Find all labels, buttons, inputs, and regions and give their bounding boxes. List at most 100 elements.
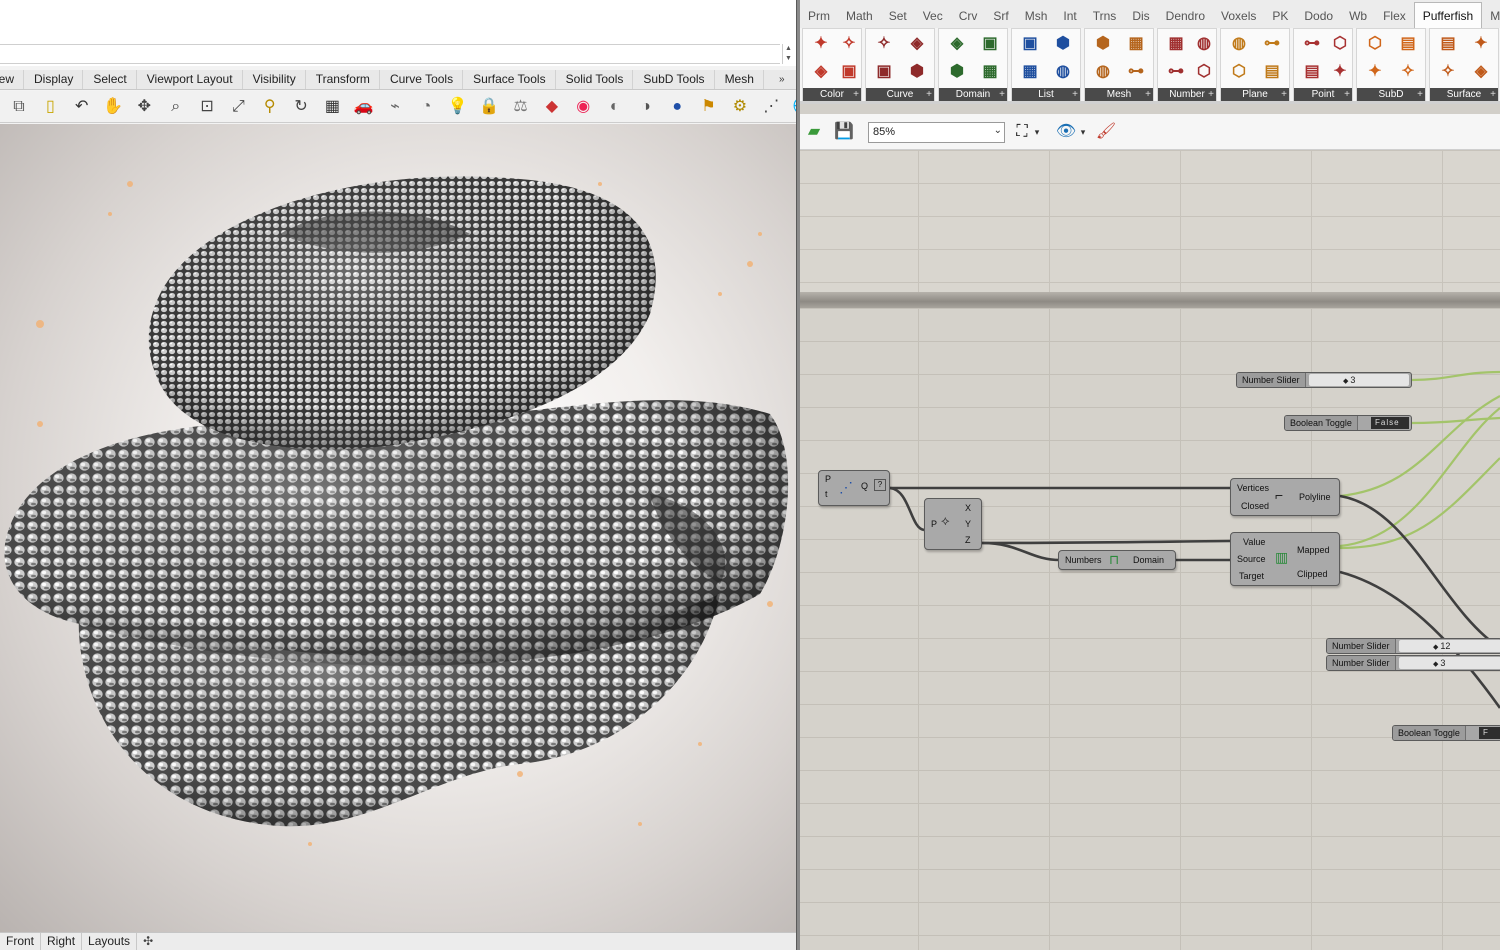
gh-tab-dodo[interactable]: Dodo — [1296, 0, 1341, 28]
light-icon[interactable]: 💡 — [446, 95, 470, 119]
tab-subd-tools[interactable]: SubD Tools — [633, 70, 715, 89]
tab-view[interactable]: iew — [0, 70, 25, 89]
sketch-brush-icon[interactable]: 🖌 — [1094, 121, 1118, 143]
boolean-toggle-node[interactable]: Boolean Toggle False — [1284, 415, 1412, 431]
gh-tab-flex[interactable]: Flex — [1375, 0, 1414, 28]
ribbon-panel-label[interactable]: List — [1012, 88, 1080, 101]
match-icon[interactable]: ⚖ — [509, 95, 533, 119]
gh-tab-math[interactable]: Math — [838, 0, 881, 28]
more-tabs-chevron[interactable]: » — [779, 70, 793, 89]
domain-component-icon[interactable]: ⬢ — [945, 60, 969, 84]
command-scrollbar[interactable]: ▲ ▼ — [782, 44, 794, 64]
mesh-component-icon[interactable]: ⊶ — [1124, 60, 1148, 84]
surface-component-icon[interactable]: ◈ — [1469, 60, 1493, 84]
zoom-extents-icon[interactable]: ⤢ — [226, 95, 250, 119]
tab-select[interactable]: Select — [83, 70, 137, 89]
color-wheel-icon[interactable]: ◉ — [571, 95, 595, 119]
command-prompt[interactable] — [0, 44, 780, 64]
tab-curve-tools[interactable]: Curve Tools — [380, 70, 464, 89]
gh-tab-mplus[interactable]: M+ — [1482, 0, 1500, 28]
color-component-icon[interactable]: ◈ — [809, 60, 833, 84]
car-icon[interactable]: 🚗 — [352, 95, 376, 119]
paste-icon[interactable]: ▯ — [38, 95, 62, 119]
gh-tab-pk[interactable]: PK — [1264, 0, 1296, 28]
slider-track[interactable]: 12 — [1399, 640, 1500, 652]
number-component-icon[interactable]: ⊶ — [1164, 60, 1188, 84]
surface-component-icon[interactable]: ✦ — [1469, 32, 1493, 56]
list-component-icon[interactable]: ◍ — [1051, 60, 1075, 84]
number-slider-node[interactable]: Number Slider 12 — [1326, 638, 1500, 654]
number-slider-node[interactable]: Number Slider 3 — [1326, 655, 1500, 671]
mesh-component-icon[interactable]: ▦ — [1124, 32, 1148, 56]
toggle-value[interactable]: F — [1479, 727, 1500, 739]
pan-hand-icon[interactable]: ✋ — [101, 95, 125, 119]
rotate-view-icon[interactable]: ↻ — [289, 95, 313, 119]
toggle-value[interactable]: False — [1371, 417, 1409, 429]
gh-tab-srf[interactable]: Srf — [985, 0, 1016, 28]
deconstruct-point-component[interactable]: P ⟡ X Y Z — [924, 498, 982, 550]
snap-icon[interactable]: ⌁ — [383, 95, 407, 119]
ribbon-panel-label[interactable]: SubD — [1357, 88, 1425, 101]
domain-component-icon[interactable]: ▦ — [978, 60, 1002, 84]
perspective-viewport[interactable] — [0, 124, 796, 932]
lock-icon[interactable]: 🔒 — [477, 95, 501, 119]
copy-icon[interactable]: ⧉ — [7, 95, 31, 119]
gh-canvas[interactable]: Number Slider 3 Boolean Toggle False P t… — [800, 308, 1500, 950]
viewport-tab-front[interactable]: Front — [0, 933, 42, 950]
point-component-icon[interactable]: ⊶ — [1300, 32, 1324, 56]
ribbon-panel-label[interactable]: Domain — [939, 88, 1007, 101]
preview-eye-icon[interactable]: 👁 — [1054, 121, 1078, 143]
points-component[interactable]: P t ⋰ Q ? — [818, 470, 890, 506]
subd-component-icon[interactable]: ✦ — [1363, 60, 1387, 84]
gh-tab-voxels[interactable]: Voxels — [1213, 0, 1264, 28]
tab-transform[interactable]: Transform — [306, 70, 380, 89]
boolean-toggle-node[interactable]: Boolean Toggle F — [1392, 725, 1500, 741]
gh-tab-dendro[interactable]: Dendro — [1158, 0, 1213, 28]
point-component-icon[interactable]: ▤ — [1300, 60, 1324, 84]
remap-numbers-component[interactable]: Value Source Target ▥ Mapped Clipped — [1230, 532, 1340, 586]
zoom-level-dropdown[interactable]: 85% ⌄ — [868, 122, 1005, 143]
ribbon-panel-label[interactable]: Surface — [1430, 88, 1498, 101]
plane-component-icon[interactable]: ◍ — [1227, 32, 1251, 56]
mesh-component-icon[interactable]: ◍ — [1091, 60, 1115, 84]
curve-component-icon[interactable]: ◈ — [905, 32, 929, 56]
color-component-icon[interactable]: ✦ — [809, 32, 833, 56]
ribbon-panel-label[interactable]: Mesh — [1085, 88, 1153, 101]
undo-icon[interactable]: ↶ — [70, 95, 94, 119]
tab-solid-tools[interactable]: Solid Tools — [556, 70, 634, 89]
points-icon[interactable]: ⋰ — [759, 95, 783, 119]
move-icon[interactable]: ✥ — [132, 95, 156, 119]
curve-component-icon[interactable]: ✧ — [872, 32, 896, 56]
surface-component-icon[interactable]: ✧ — [1436, 60, 1460, 84]
list-component-icon[interactable]: ▦ — [1018, 60, 1042, 84]
color-component-icon[interactable]: ✧ — [837, 32, 861, 56]
mesh-component-icon[interactable]: ⬢ — [1091, 32, 1115, 56]
render-icon[interactable]: ◑ — [634, 95, 658, 119]
point-component-icon[interactable]: ✦ — [1328, 60, 1352, 84]
number-component-icon[interactable]: ⬡ — [1192, 60, 1216, 84]
dropdown-arrow-icon[interactable]: ▾ — [1032, 121, 1042, 143]
gh-tab-set[interactable]: Set — [881, 0, 915, 28]
add-viewport-icon[interactable]: ✣ — [137, 934, 159, 948]
domain-component-icon[interactable]: ◈ — [945, 32, 969, 56]
clock-icon[interactable]: ◔ — [414, 95, 438, 119]
polyline-component[interactable]: Vertices Closed ⌐ Polyline — [1230, 478, 1340, 516]
list-component-icon[interactable]: ▣ — [1018, 32, 1042, 56]
domain-component-icon[interactable]: ▣ — [978, 32, 1002, 56]
zoom-icon[interactable]: ⌕ — [164, 95, 188, 119]
open-file-icon[interactable]: ▰ — [802, 121, 826, 143]
sphere-icon[interactable]: ● — [665, 95, 689, 119]
gh-tab-trns[interactable]: Trns — [1085, 0, 1125, 28]
number-slider-node[interactable]: Number Slider 3 — [1236, 372, 1412, 388]
gh-tab-vec[interactable]: Vec — [915, 0, 951, 28]
dropdown-arrow-icon[interactable]: ▾ — [1078, 121, 1088, 143]
slider-track[interactable]: 3 — [1309, 374, 1409, 386]
slider-track[interactable]: 3 — [1399, 657, 1500, 669]
tab-visibility[interactable]: Visibility — [243, 70, 306, 89]
tab-mesh[interactable]: Mesh — [715, 70, 764, 89]
ribbon-panel-label[interactable]: Number — [1158, 88, 1216, 101]
point-component-icon[interactable]: ⬡ — [1328, 32, 1352, 56]
curve-component-icon[interactable]: ▣ — [872, 60, 896, 84]
paint-icon[interactable]: ◆ — [540, 95, 564, 119]
gh-tab-prm[interactable]: Prm — [800, 0, 838, 28]
